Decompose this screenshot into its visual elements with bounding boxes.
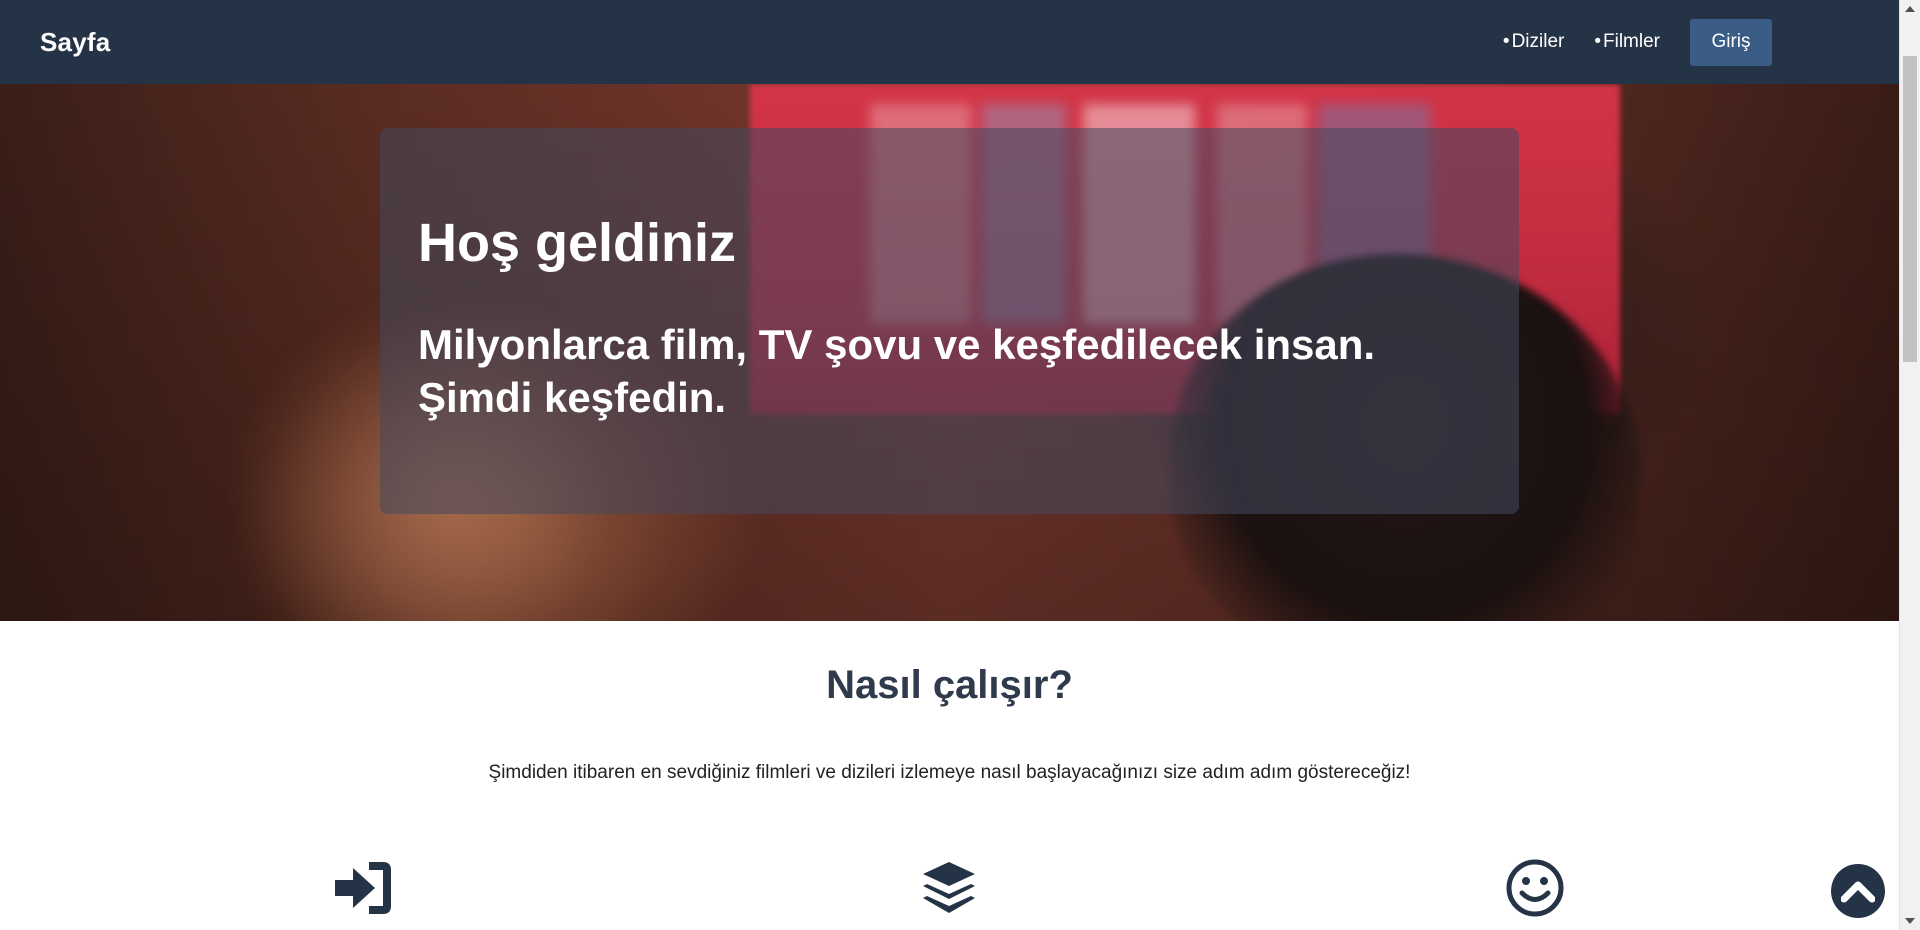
nav-link-label: Filmler [1603, 31, 1660, 52]
layers-icon [917, 858, 981, 918]
nav-link-label: Diziler [1511, 31, 1565, 52]
nav-bullet: • [1594, 31, 1601, 52]
scroll-up-arrow-icon[interactable] [1900, 0, 1920, 18]
nav-links: • Diziler • Filmler Giriş [1503, 18, 1772, 66]
login-button[interactable]: Giriş [1690, 18, 1772, 66]
section-description: Şimdiden itibaren en sevdiğiniz filmleri… [488, 762, 1411, 783]
nav-link-diziler[interactable]: • Diziler [1503, 31, 1564, 53]
back-to-top-button[interactable] [1831, 864, 1885, 918]
scrollbar-thumb[interactable] [1903, 56, 1917, 362]
navbar: Sayfa • Diziler • Filmler Giriş [0, 0, 1899, 84]
chevron-up-icon [1841, 881, 1875, 903]
page: Sayfa • Diziler • Filmler Giriş Hoş geldin… [0, 0, 1920, 930]
section-title: Nasıl çalışır? [826, 663, 1073, 707]
nav-link-filmler[interactable]: • Filmler [1594, 31, 1660, 53]
smile-icon [1503, 858, 1567, 918]
brand-logo[interactable]: Sayfa [40, 27, 110, 58]
sign-in-icon [331, 858, 395, 918]
hero-banner: Hoş geldiniz Milyonlarca film, TV şovu v… [0, 84, 1899, 621]
hero-title: Hoş geldiniz [418, 213, 737, 273]
vertical-scrollbar[interactable] [1899, 0, 1920, 930]
how-it-works-section: Nasıl çalışır? Şimdiden itibaren en sevd… [0, 621, 1899, 930]
nav-bullet: • [1502, 31, 1510, 52]
scroll-down-arrow-icon[interactable] [1900, 912, 1920, 930]
hero-text-panel: Hoş geldiniz Milyonlarca film, TV şovu v… [380, 128, 1519, 514]
hero-subtitle: Milyonlarca film, TV şovu ve keşfedilece… [418, 321, 1376, 421]
